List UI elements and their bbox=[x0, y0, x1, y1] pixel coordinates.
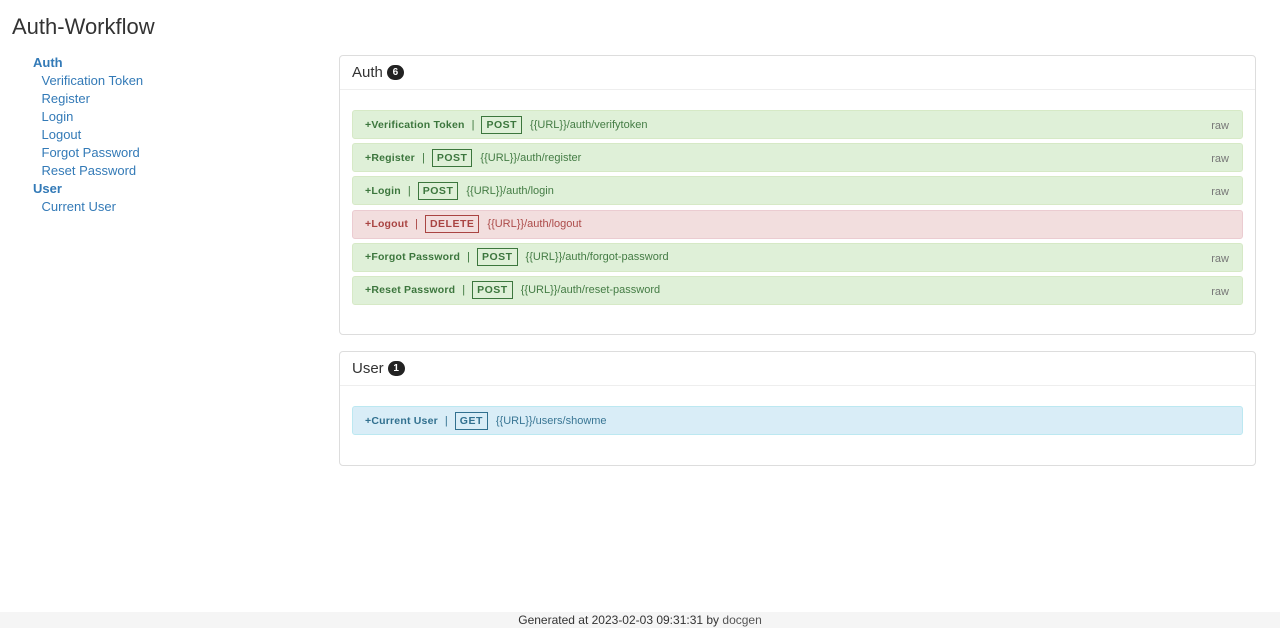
method-badge: POST bbox=[431, 148, 473, 167]
sidebar-item-logout[interactable]: Logout bbox=[42, 126, 314, 144]
endpoint-row[interactable]: +Logout | DELETE {{URL}}/auth/logout bbox=[352, 209, 1243, 239]
endpoint-name: +Forgot Password bbox=[365, 251, 461, 264]
endpoint-path: {{URL}}/auth/verifytoken bbox=[530, 118, 648, 131]
endpoint-path: {{URL}}/auth/logout bbox=[487, 218, 582, 231]
endpoint-path: {{URL}}/auth/login bbox=[466, 184, 554, 197]
endpoint-name: +Verification Token bbox=[365, 118, 465, 131]
endpoint-path: {{URL}}/auth/reset-password bbox=[520, 284, 661, 297]
raw-link[interactable]: raw bbox=[1211, 153, 1229, 165]
method-badge: POST bbox=[472, 281, 513, 300]
raw-link[interactable]: raw bbox=[1211, 286, 1229, 298]
count-badge: 1 bbox=[387, 361, 405, 376]
sidebar-item-reset-password[interactable]: Reset Password bbox=[42, 162, 314, 180]
endpoint-path: {{URL}}/users/showme bbox=[495, 414, 607, 427]
count-badge: 6 bbox=[386, 65, 404, 80]
separator: | bbox=[471, 118, 475, 131]
footer: Generated at 2023-02-03 09:31:31 by docg… bbox=[0, 612, 1280, 628]
method-badge: POST bbox=[481, 115, 523, 134]
method-badge: GET bbox=[454, 411, 488, 430]
sidebar-group-user[interactable]: User bbox=[33, 180, 313, 198]
sidebar-group-auth[interactable]: Auth bbox=[33, 54, 313, 72]
method-badge: DELETE bbox=[424, 215, 480, 234]
separator: | bbox=[407, 184, 411, 197]
endpoint-row[interactable]: +Reset Password | POST {{URL}}/auth/rese… bbox=[352, 275, 1243, 305]
endpoint-name: +Logout bbox=[365, 218, 409, 231]
sidebar-nav: Auth Verification Token Register Login L… bbox=[33, 54, 313, 216]
raw-link[interactable]: raw bbox=[1211, 120, 1229, 132]
raw-link[interactable]: raw bbox=[1211, 186, 1229, 198]
section-title: Auth bbox=[352, 64, 383, 81]
separator: | bbox=[421, 151, 425, 164]
endpoint-name: +Reset Password bbox=[365, 284, 456, 297]
endpoint-row[interactable]: +Login | POST {{URL}}/auth/login raw bbox=[352, 176, 1243, 206]
sidebar-item-login[interactable]: Login bbox=[42, 108, 314, 126]
endpoint-row[interactable]: +Current User | GET {{URL}}/users/showme bbox=[352, 406, 1243, 435]
raw-link[interactable]: raw bbox=[1211, 253, 1229, 265]
endpoint-name: +Current User bbox=[365, 414, 438, 427]
sidebar-item-current-user[interactable]: Current User bbox=[42, 198, 314, 216]
endpoint-path: {{URL}}/auth/forgot-password bbox=[525, 251, 669, 264]
docgen-link[interactable]: docgen bbox=[722, 613, 761, 627]
sidebar-item-forgot-password[interactable]: Forgot Password bbox=[42, 144, 314, 162]
section-auth: Auth 6 +Verification Token | POST {{URL}… bbox=[339, 55, 1256, 335]
section-heading: Auth 6 bbox=[340, 56, 1255, 90]
sidebar-item-register[interactable]: Register bbox=[42, 90, 314, 108]
method-badge: POST bbox=[417, 181, 459, 200]
endpoint-name: +Register bbox=[365, 151, 415, 164]
endpoint-name: +Login bbox=[365, 184, 401, 197]
endpoint-row[interactable]: +Forgot Password | POST {{URL}}/auth/for… bbox=[352, 242, 1243, 272]
method-badge: POST bbox=[476, 248, 518, 267]
separator: | bbox=[467, 251, 470, 264]
sidebar-item-verification-token[interactable]: Verification Token bbox=[42, 72, 314, 90]
footer-text: Generated at 2023-02-03 09:31:31 by bbox=[518, 613, 723, 627]
endpoint-row[interactable]: +Register | POST {{URL}}/auth/register r… bbox=[352, 143, 1243, 173]
section-heading: User 1 bbox=[340, 352, 1255, 386]
separator: | bbox=[415, 218, 418, 231]
section-user: User 1 +Current User | GET {{URL}}/users… bbox=[339, 351, 1256, 466]
endpoint-row[interactable]: +Verification Token | POST {{URL}}/auth/… bbox=[352, 110, 1243, 139]
section-title: User bbox=[352, 360, 384, 377]
separator: | bbox=[444, 414, 448, 427]
separator: | bbox=[462, 284, 466, 297]
page-title: Auth-Workflow bbox=[12, 14, 155, 39]
endpoint-path: {{URL}}/auth/register bbox=[480, 151, 582, 164]
